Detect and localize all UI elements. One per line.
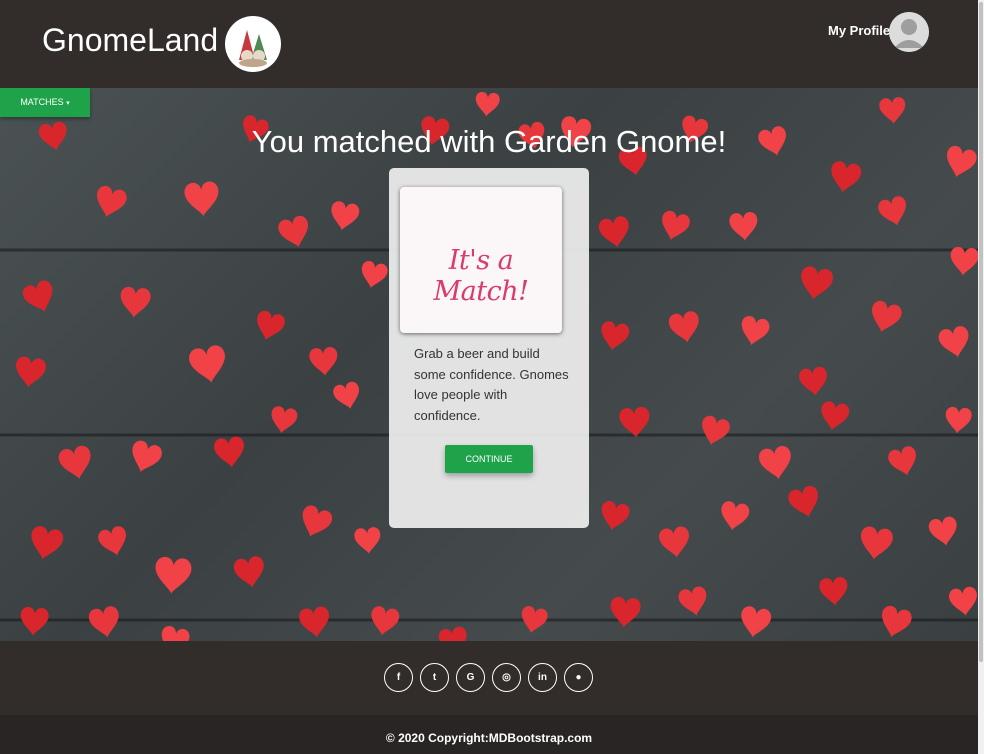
google-icon[interactable]: G — [456, 663, 485, 692]
heart-decoration — [354, 527, 381, 555]
heart-decoration — [619, 406, 650, 438]
match-card: It's a Match! Grab a beer and build some… — [389, 168, 589, 528]
scrollbar-thumb[interactable] — [979, 2, 983, 662]
heart-decoration — [741, 606, 772, 638]
heart-decoration — [878, 196, 906, 226]
heart-decoration — [16, 356, 46, 388]
github-icon[interactable]: ● — [564, 663, 593, 692]
twitter-icon[interactable]: t — [420, 663, 449, 692]
heart-decoration — [799, 366, 827, 397]
heart-decoration — [309, 347, 338, 377]
heart-decoration — [821, 401, 850, 431]
facebook-icon[interactable]: f — [384, 663, 413, 692]
heart-decoration — [872, 300, 902, 333]
navbar: GnomeLand My Profile — [0, 0, 978, 88]
heart-decoration — [302, 505, 333, 538]
heart-decoration — [371, 606, 400, 636]
heart-decoration — [610, 596, 641, 628]
heart-decoration — [333, 381, 359, 410]
my-profile-link[interactable]: My Profile — [828, 23, 890, 38]
heart-decoration — [788, 485, 818, 518]
footer: f t G ◎ in ● — [0, 641, 978, 715]
heart-decoration — [879, 97, 906, 125]
heart-decoration — [662, 210, 690, 241]
heart-decoration — [721, 501, 750, 531]
heart-decoration — [58, 445, 91, 480]
linkedin-icon[interactable]: in — [528, 663, 557, 692]
brand-name[interactable]: GnomeLand — [42, 22, 218, 59]
heart-decoration — [601, 321, 630, 351]
heart-decoration — [668, 311, 699, 343]
heart-decoration — [20, 606, 49, 636]
heart-decoration — [702, 415, 730, 446]
heart-decoration — [98, 526, 126, 556]
heart-decoration — [729, 212, 758, 242]
heart-decoration — [233, 556, 264, 588]
heart-decoration — [120, 286, 151, 318]
heart-decoration — [184, 181, 219, 217]
heart-decoration — [278, 215, 308, 248]
heart-decoration — [475, 91, 500, 117]
instagram-icon[interactable]: ◎ — [492, 663, 521, 692]
heart-decoration — [938, 326, 969, 358]
heart-decoration — [331, 201, 360, 231]
heart-decoration — [155, 556, 192, 595]
matches-dropdown-button[interactable]: MATCHES ▾ — [0, 88, 90, 117]
heart-decoration — [945, 406, 972, 434]
heart-decoration — [438, 626, 467, 641]
gnome-logo-icon[interactable] — [225, 16, 281, 72]
matches-label: MATCHES — [20, 97, 64, 107]
heart-decoration — [31, 526, 64, 560]
heart-decoration — [214, 436, 244, 468]
heart-decoration — [759, 446, 791, 480]
heart-decoration — [831, 161, 862, 193]
heart-decoration — [161, 626, 190, 641]
heart-decoration — [928, 516, 957, 546]
caret-down-icon: ▾ — [66, 100, 70, 107]
heart-decoration — [299, 606, 329, 638]
heart-decoration — [88, 606, 119, 638]
heart-decoration — [132, 440, 162, 473]
heart-decoration — [741, 316, 770, 346]
match-card-image: It's a Match! — [400, 187, 562, 333]
heart-decoration — [598, 216, 629, 248]
heart-decoration — [888, 446, 916, 476]
heart-decoration — [949, 586, 977, 617]
heart-decoration — [521, 606, 548, 634]
heart-decoration — [361, 261, 388, 289]
heart-decoration — [601, 501, 630, 531]
heart-decoration — [22, 280, 53, 313]
heart-decoration — [271, 406, 298, 434]
copyright: © 2020 Copyright:MDBootstrap.com — [0, 715, 978, 754]
heart-decoration — [97, 185, 127, 218]
heart-decoration — [882, 605, 912, 638]
its-a-match-text: It's a Match! — [433, 245, 529, 307]
match-headline: You matched with Garden Gnome! — [251, 124, 727, 159]
match-card-text: Grab a beer and build some confidence. G… — [414, 346, 569, 423]
scrollbar[interactable] — [978, 0, 984, 754]
heart-decoration — [801, 266, 833, 300]
heart-decoration — [950, 246, 978, 276]
match-hero: MATCHES ▾ You matched with Garden Gnome!… — [0, 88, 978, 641]
heart-decoration — [189, 345, 225, 384]
continue-button[interactable]: CONTINUE — [445, 445, 533, 473]
heart-decoration — [659, 526, 689, 558]
heart-decoration — [678, 586, 707, 616]
heart-decoration — [819, 577, 848, 607]
heart-decoration — [257, 310, 285, 341]
avatar-icon[interactable] — [889, 12, 929, 52]
heart-decoration — [861, 526, 893, 560]
